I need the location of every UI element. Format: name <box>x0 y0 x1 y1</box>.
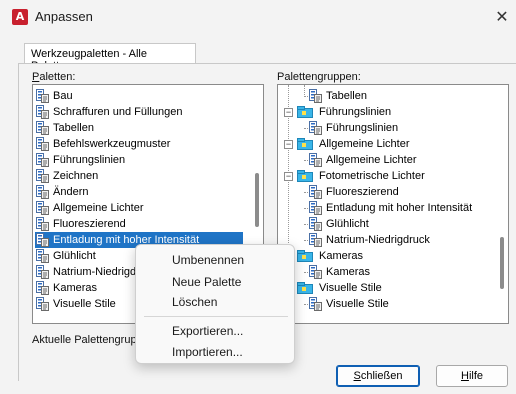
palette-icon <box>35 105 49 119</box>
palette-icon <box>35 137 49 151</box>
menu-item-export[interactable]: Exportieren... <box>172 324 243 338</box>
palette-groups-label: Palettengruppen: <box>277 71 361 83</box>
palette-icon <box>35 217 49 231</box>
folder-group-icon <box>297 282 313 296</box>
palette-icon <box>308 201 322 215</box>
palette-list-item-label: Fluoreszierend <box>53 218 126 230</box>
palette-list-item-label: Befehlswerkzeugmuster <box>53 138 171 150</box>
palette-list-item-label: Zeichnen <box>53 170 99 182</box>
context-menu: Umbenennen Neue Palette Löschen Exportie… <box>135 244 295 364</box>
palette-icon <box>308 153 322 167</box>
palette-list-item-label: Schraffuren und Füllungen <box>53 106 183 118</box>
palette-icon <box>35 169 49 183</box>
menu-item-new-palette[interactable]: Neue Palette <box>172 275 241 289</box>
palette-list-item[interactable]: Allgemeine Lichter <box>35 200 245 216</box>
palette-list-item[interactable]: Zeichnen <box>35 168 245 184</box>
palette-icon <box>35 233 49 247</box>
folder-group-icon <box>297 170 313 184</box>
palette-icon <box>35 185 49 199</box>
customize-dialog: A Anpassen ✕ Werkzeugpaletten - Alle Pal… <box>0 0 516 394</box>
palette-list-item[interactable]: Befehlswerkzeugmuster <box>35 136 245 152</box>
palette-list-item-label: Glühlicht <box>53 250 96 262</box>
menu-separator <box>144 316 288 317</box>
palette-icon <box>35 201 49 215</box>
palette-groups-tree[interactable]: Tabellen − Führungslinien Führungslinien − Al… <box>277 84 509 324</box>
palette-tree-item-label: Allgemeine Lichter <box>326 154 417 166</box>
palette-tree-item-label: Führungslinien <box>326 122 399 134</box>
palette-list-item-label: Ändern <box>53 186 89 198</box>
palette-icon <box>35 265 49 279</box>
palette-tree-item-label: Tabellen <box>326 90 367 102</box>
groups-scrollbar-thumb[interactable] <box>500 237 504 289</box>
palette-list-item[interactable]: Fluoreszierend <box>35 216 245 232</box>
palette-list-item-label: Bau <box>53 90 73 102</box>
folder-group-icon <box>297 138 313 152</box>
collapse-toggle-icon[interactable]: − <box>284 172 293 181</box>
close-window-button[interactable]: ✕ <box>488 4 516 30</box>
palette-tree-item-label: Visuelle Stile <box>326 298 389 310</box>
folder-group-icon <box>297 250 313 264</box>
palettes-label: Paletten: <box>32 71 76 83</box>
palette-group-label: Kameras <box>319 250 364 262</box>
palette-list-item-label: Visuelle Stile <box>53 298 116 310</box>
palette-list-item[interactable]: Bau <box>35 88 245 104</box>
current-palette-group-label: Aktuelle Palettengrupp <box>32 334 143 346</box>
tab-all-palettes[interactable]: Werkzeugpaletten - Alle Paletten <box>24 43 196 72</box>
palette-group-label: Allgemeine Lichter <box>319 138 410 150</box>
palette-list-item[interactable]: Tabellen <box>35 120 245 136</box>
close-button[interactable]: Schließen <box>336 365 420 387</box>
palette-icon <box>308 121 322 135</box>
palette-list-item-label: Kameras <box>53 282 98 294</box>
window-title: Anpassen <box>35 9 93 24</box>
palettes-scrollbar-thumb[interactable] <box>255 173 259 227</box>
palette-group-label: Fotometrische Lichter <box>319 170 425 182</box>
palette-list-item-label: Allgemeine Lichter <box>53 202 144 214</box>
palette-list-item[interactable]: Führungslinien <box>35 152 245 168</box>
palette-icon <box>35 153 49 167</box>
autocad-app-icon: A <box>12 9 28 25</box>
palette-icon <box>308 89 322 103</box>
folder-group-icon <box>297 106 313 120</box>
palette-list-item-label: Tabellen <box>53 122 94 134</box>
palette-icon <box>35 89 49 103</box>
palette-icon <box>308 297 322 311</box>
palette-list-item[interactable]: Ändern <box>35 184 245 200</box>
menu-item-rename[interactable]: Umbenennen <box>172 253 244 267</box>
palette-icon <box>308 265 322 279</box>
title-bar: A Anpassen ✕ <box>0 0 516 34</box>
palette-list-item[interactable]: Schraffuren und Füllungen <box>35 104 245 120</box>
palette-tree-item-label: Entladung mit hoher Intensität <box>326 202 473 214</box>
palette-group-label: Visuelle Stile <box>319 282 382 294</box>
collapse-toggle-icon[interactable]: − <box>284 108 293 117</box>
palette-icon <box>308 217 322 231</box>
palette-icon <box>35 281 49 295</box>
palette-group-label: Führungslinien <box>319 106 392 118</box>
palette-icon <box>35 121 49 135</box>
palette-icon <box>35 297 49 311</box>
palette-list-item-label: Führungslinien <box>53 154 126 166</box>
palette-tree-item-label: Fluoreszierend <box>326 186 399 198</box>
collapse-toggle-icon[interactable]: − <box>284 140 293 149</box>
palette-icon <box>35 249 49 263</box>
palette-icon <box>308 185 322 199</box>
palette-icon <box>308 233 322 247</box>
menu-item-import[interactable]: Importieren... <box>172 345 243 359</box>
palette-tree-item-label: Kameras <box>326 266 371 278</box>
help-button[interactable]: Hilfe <box>436 365 508 387</box>
palette-tree-item-label: Natrium-Niedrigdruck <box>326 234 430 246</box>
tree-connector-line <box>304 85 305 97</box>
palette-tree-item-label: Glühlicht <box>326 218 369 230</box>
menu-item-delete[interactable]: Löschen <box>172 295 217 309</box>
